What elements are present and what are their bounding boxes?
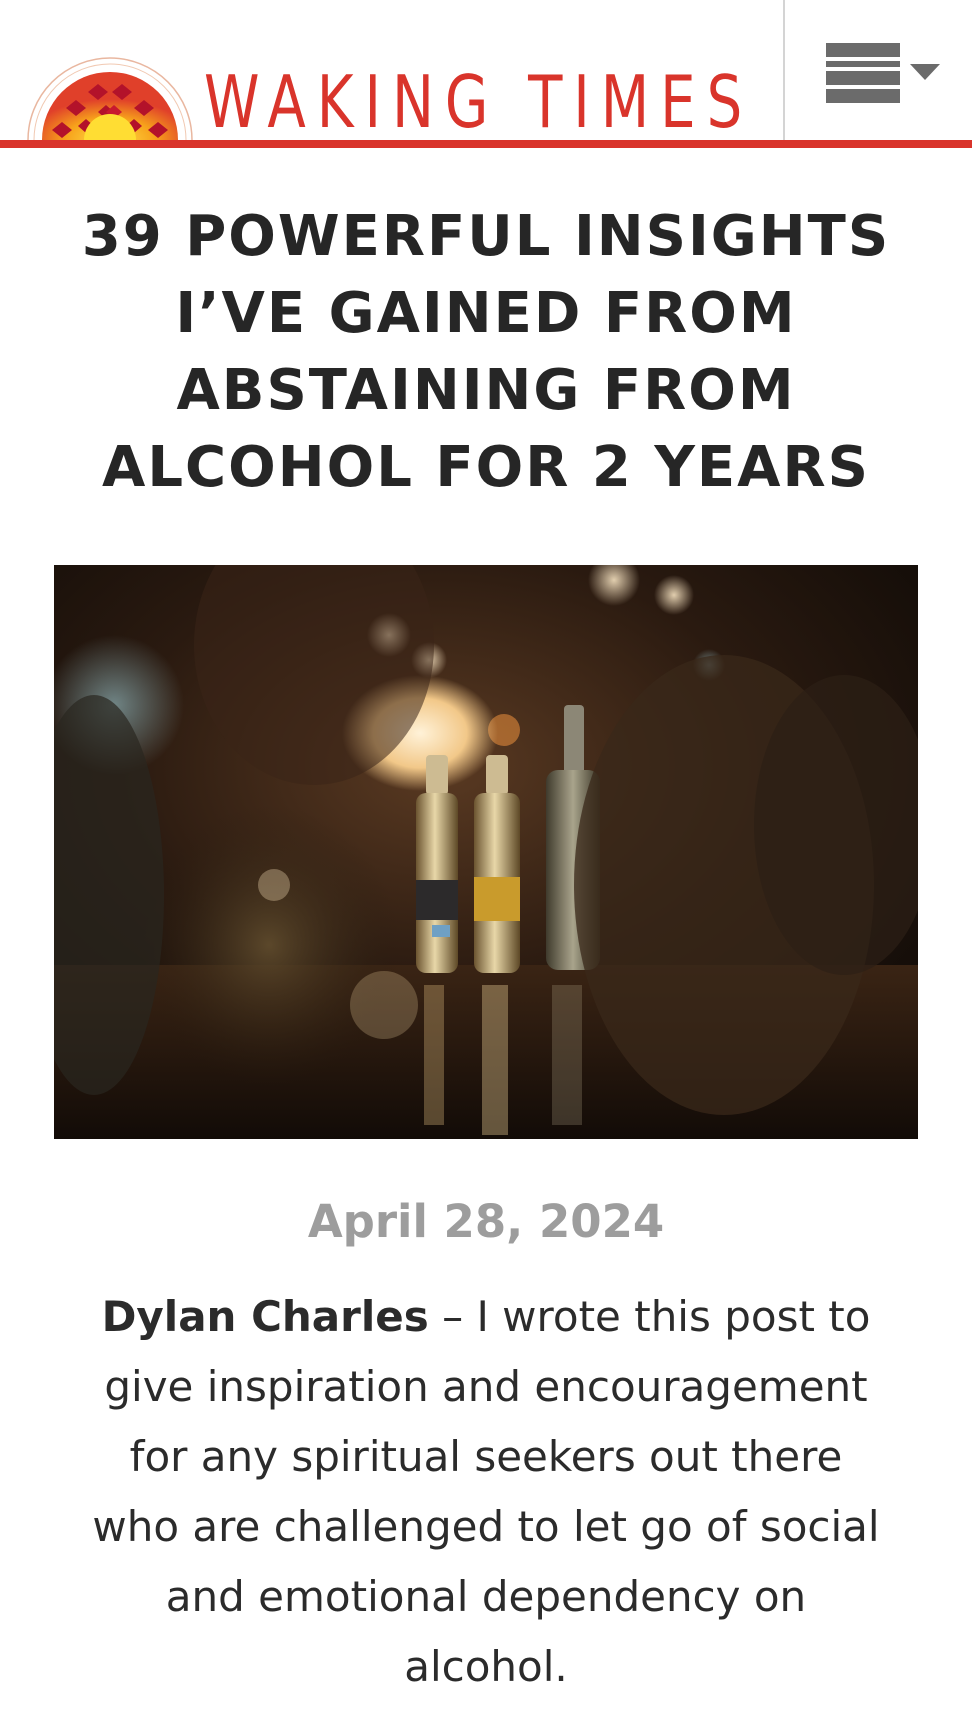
menu-button[interactable]	[810, 30, 950, 120]
header-accent-rule	[0, 140, 972, 148]
header-divider	[783, 0, 785, 140]
site-name: WAKING TIMES	[204, 60, 754, 144]
bar-bottles-photo	[54, 565, 918, 1139]
author-name[interactable]: Dylan Charles	[102, 1292, 429, 1341]
article-intro: Dylan Charles – I wrote this post to giv…	[86, 1282, 886, 1702]
hamburger-dropdown-icon	[826, 43, 940, 103]
site-logo[interactable]: WAKING TIMES	[22, 56, 742, 142]
publish-date: April 28, 2024	[307, 1195, 665, 1248]
article-title: 39 Powerful Insights I’ve Gained from Ab…	[81, 204, 891, 500]
sun-logo-icon	[27, 57, 193, 140]
site-header: WAKING TIMES	[0, 0, 972, 142]
hero-image[interactable]	[54, 565, 918, 1139]
byline-separator: –	[428, 1292, 477, 1341]
intro-text: I wrote this post to give inspiration an…	[92, 1292, 880, 1691]
